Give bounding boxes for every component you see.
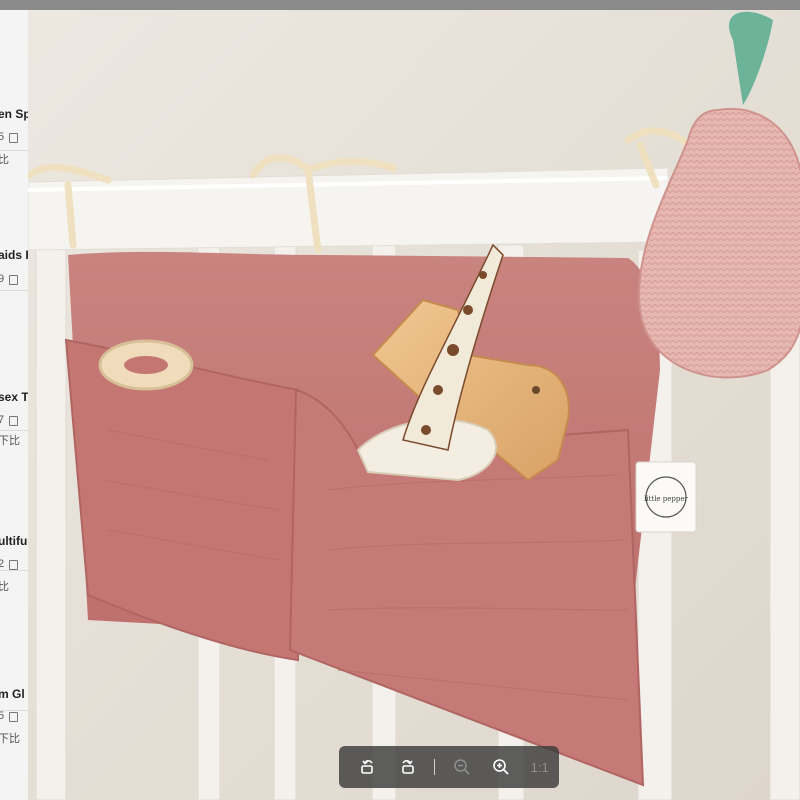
image-viewer-toolbar: 1:1	[339, 746, 559, 788]
product-title: sex Tv	[0, 390, 28, 404]
label-tag-text: little pepper	[644, 495, 688, 503]
zoom-out-button[interactable]	[443, 746, 482, 788]
background-product-list: en Sp 5 比 aids H 9 sex Tv 7 下比 ultifu 2 …	[0, 10, 28, 800]
copy-icon[interactable]	[9, 416, 18, 426]
product-photo: little pepper	[28, 10, 800, 800]
list-item[interactable]: ultifu 2 比	[0, 430, 28, 593]
product-title: aids H	[0, 248, 28, 262]
product-title: en Sp	[0, 107, 28, 121]
product-title: m Gl	[0, 687, 25, 701]
compare-text: 下比	[0, 733, 20, 745]
rotate-right-icon	[402, 759, 414, 774]
list-item[interactable]: m Gl 5 下比	[0, 570, 28, 745]
product-number: 5	[0, 710, 5, 722]
actual-size-label: 1:1	[530, 759, 549, 775]
product-number: 7	[0, 414, 5, 426]
rotate-right-button[interactable]	[388, 746, 427, 788]
rotate-left-button[interactable]	[349, 746, 388, 788]
toolbar-divider	[434, 759, 436, 775]
product-number: 9	[0, 273, 5, 285]
image-viewer[interactable]: little pepper 1:1	[28, 10, 800, 800]
copy-icon[interactable]	[9, 560, 18, 570]
product-title: ultifu	[0, 534, 28, 548]
zoom-out-icon	[454, 759, 471, 775]
zoom-in-icon	[493, 759, 509, 775]
copy-icon[interactable]	[9, 275, 18, 285]
list-item[interactable]: aids H 9	[0, 150, 28, 291]
copy-icon[interactable]	[9, 712, 18, 722]
product-number: 5	[0, 131, 5, 143]
zoom-in-button[interactable]	[482, 746, 521, 788]
copy-icon[interactable]	[9, 133, 18, 143]
actual-size-button[interactable]: 1:1	[520, 746, 559, 788]
list-item[interactable]: en Sp 5 比	[0, 10, 28, 166]
rotate-left-icon	[361, 759, 374, 774]
product-number: 2	[0, 558, 5, 570]
list-item[interactable]: sex Tv 7 下比	[0, 290, 28, 447]
